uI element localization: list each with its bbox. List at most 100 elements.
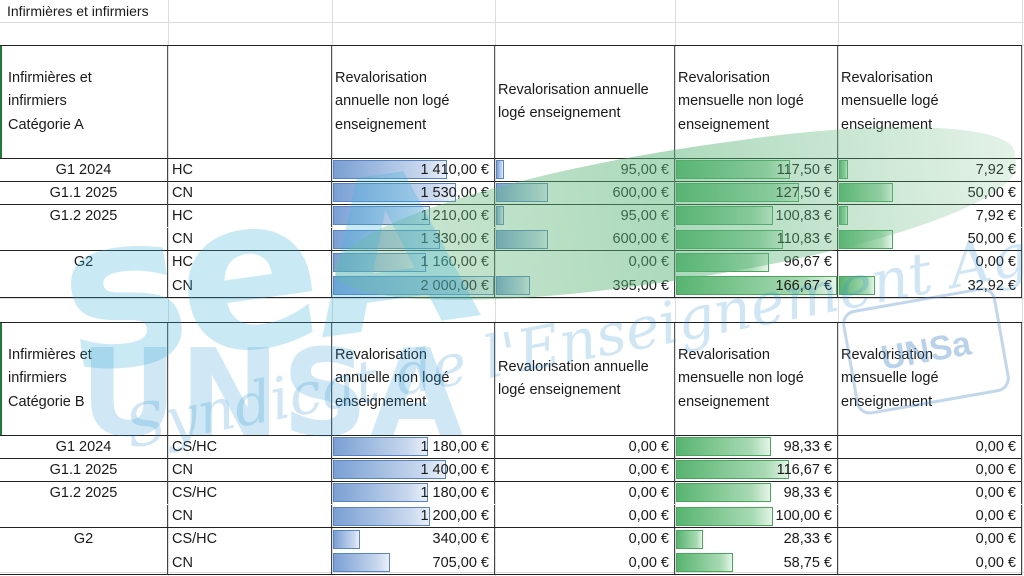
cell-annual-unlodged[interactable]: 1 160,00 € [332,250,495,274]
cell-grade[interactable]: G1.2 2025 [0,481,168,505]
cell-monthly-lodged[interactable]: 50,00 € [838,227,1022,251]
data-bar [676,506,773,526]
header-empty[interactable] [168,46,332,158]
cell-monthly-lodged[interactable]: 0,00 € [838,481,1022,505]
cell-type[interactable]: CN [168,227,332,251]
cell-type[interactable]: CN [168,504,332,528]
cell-monthly-lodged[interactable]: 7,92 € [838,158,1022,181]
cell-grade[interactable]: G1.1 2025 [0,458,168,482]
cell-monthly-lodged[interactable]: 0,00 € [838,458,1022,482]
cell-monthly-unlodged[interactable]: 98,33 € [675,481,838,505]
data-bar [496,276,531,295]
cell-monthly-lodged[interactable]: 32,92 € [838,274,1022,297]
header-annual-lodged[interactable]: Revalorisation annuelle logé enseignement [495,46,675,158]
cell-annual-lodged[interactable]: 0,00 € [495,435,675,458]
cell-monthly-lodged[interactable]: 0,00 € [838,551,1022,574]
cell-annual-unlodged[interactable]: 340,00 € [332,527,495,551]
cell-annual-lodged[interactable]: 0,00 € [495,551,675,574]
cell-grade[interactable] [0,504,168,528]
cell-grade[interactable] [0,551,168,574]
value-text: 600,00 € [612,184,669,201]
cell-monthly-lodged[interactable]: 0,00 € [838,504,1022,528]
cell-annual-lodged[interactable]: 0,00 € [495,527,675,551]
group-border [0,573,1022,575]
cell-monthly-unlodged[interactable]: 110,83 € [675,227,838,251]
value-text: 0,00 € [975,254,1016,271]
cell-type[interactable]: CS/HC [168,481,332,505]
header-monthly-unlodged[interactable]: Revalorisation mensuelle non logé enseigne… [675,323,838,435]
cell-monthly-unlodged[interactable]: 166,67 € [675,274,838,297]
cell-monthly-unlodged[interactable]: 116,67 € [675,458,838,482]
value-text: 95,00 € [620,207,669,224]
cell-type[interactable]: CS/HC [168,435,332,458]
cell-monthly-unlodged[interactable]: 28,33 € [675,527,838,551]
cell-monthly-unlodged[interactable]: 127,50 € [675,181,838,205]
cell-type[interactable]: HC [168,158,332,181]
cell-grade[interactable]: G1.1 2025 [0,181,168,205]
cell-monthly-unlodged[interactable]: 100,00 € [675,504,838,528]
cell-annual-lodged[interactable]: 600,00 € [495,227,675,251]
header-text-line: enseignement [335,393,427,410]
header-annual-lodged[interactable]: Revalorisation annuelle logé enseignement [495,323,675,435]
cell-monthly-unlodged[interactable]: 96,67 € [675,250,838,274]
value-text: 127,50 € [775,184,832,201]
cell-grade[interactable]: G1 2024 [0,435,168,458]
cell-monthly-lodged[interactable]: 0,00 € [838,527,1022,551]
header-annual-unlodged[interactable]: Revalorisation annuelle non logé enseignem… [332,323,495,435]
cell-monthly-lodged[interactable]: 0,00 € [838,250,1022,274]
cell-grade[interactable]: G2 [0,527,168,551]
value-text: 0,00 € [628,461,669,478]
cell-monthly-unlodged[interactable]: 98,33 € [675,435,838,458]
cell-annual-lodged[interactable]: 95,00 € [495,204,675,228]
cell-annual-unlodged[interactable]: 1 400,00 € [332,458,495,482]
header-monthly-lodged[interactable]: Revalorisation mensuelle logé enseignement [838,323,1022,435]
cell-grade[interactable] [0,227,168,251]
header-empty[interactable] [168,323,332,435]
cell-monthly-unlodged[interactable]: 100,83 € [675,204,838,228]
cell-annual-lodged[interactable]: 395,00 € [495,274,675,297]
cell-annual-unlodged[interactable]: 2 000,00 € [332,274,495,297]
cell-annual-unlodged[interactable]: 1 210,00 € [332,204,495,228]
cell-annual-unlodged[interactable]: 1 180,00 € [332,481,495,505]
cell-annual-lodged[interactable]: 0,00 € [495,504,675,528]
cell-grade[interactable]: G1 2024 [0,158,168,181]
cell-type[interactable]: HC [168,204,332,228]
cell-annual-unlodged[interactable]: 1 410,00 € [332,158,495,181]
value-text: 1 210,00 € [420,207,489,224]
cell-type[interactable]: HC [168,250,332,274]
cell-type[interactable]: CN [168,551,332,574]
cell-type[interactable]: CN [168,274,332,297]
cell-grade[interactable]: G1.2 2025 [0,204,168,228]
header-text-line: mensuelle logé [841,370,939,387]
cell-type[interactable]: CN [168,458,332,482]
header-category[interactable]: Infirmières et infirmiers Catégorie A [0,46,168,158]
cell-annual-unlodged[interactable]: 1 330,00 € [332,227,495,251]
grade-text: G1 2024 [55,438,112,455]
cell-annual-unlodged[interactable]: 1 200,00 € [332,504,495,528]
cell-monthly-unlodged[interactable]: 117,50 € [675,158,838,181]
cell-grade[interactable] [0,274,168,297]
cell-annual-lodged[interactable]: 0,00 € [495,250,675,274]
cell-annual-lodged[interactable]: 0,00 € [495,481,675,505]
cell-monthly-lodged[interactable]: 0,00 € [838,435,1022,458]
cell-type[interactable]: CN [168,181,332,205]
value-text: 1 160,00 € [420,254,489,271]
header-annual-unlodged[interactable]: Revalorisation annuelle non logé enseignem… [332,46,495,158]
header-text-line: mensuelle logé [841,93,939,110]
cell-annual-lodged[interactable]: 0,00 € [495,458,675,482]
cell-annual-unlodged[interactable]: 705,00 € [332,551,495,574]
data-bar [676,460,789,480]
cell-grade[interactable]: G2 [0,250,168,274]
cell-monthly-lodged[interactable]: 50,00 € [838,181,1022,205]
cell-annual-lodged[interactable]: 600,00 € [495,181,675,205]
header-monthly-lodged[interactable]: Revalorisation mensuelle logé enseignement [838,46,1022,158]
cell-annual-unlodged[interactable]: 1 180,00 € [332,435,495,458]
cell-annual-lodged[interactable]: 95,00 € [495,158,675,181]
header-monthly-unlodged[interactable]: Revalorisation mensuelle non logé enseigne… [675,46,838,158]
value-text: 166,67 € [775,277,832,294]
cell-type[interactable]: CS/HC [168,527,332,551]
header-category[interactable]: Infirmières et infirmiers Catégorie B [0,323,168,435]
cell-monthly-unlodged[interactable]: 58,75 € [675,551,838,574]
cell-annual-unlodged[interactable]: 1 530,00 € [332,181,495,205]
cell-monthly-lodged[interactable]: 7,92 € [838,204,1022,228]
